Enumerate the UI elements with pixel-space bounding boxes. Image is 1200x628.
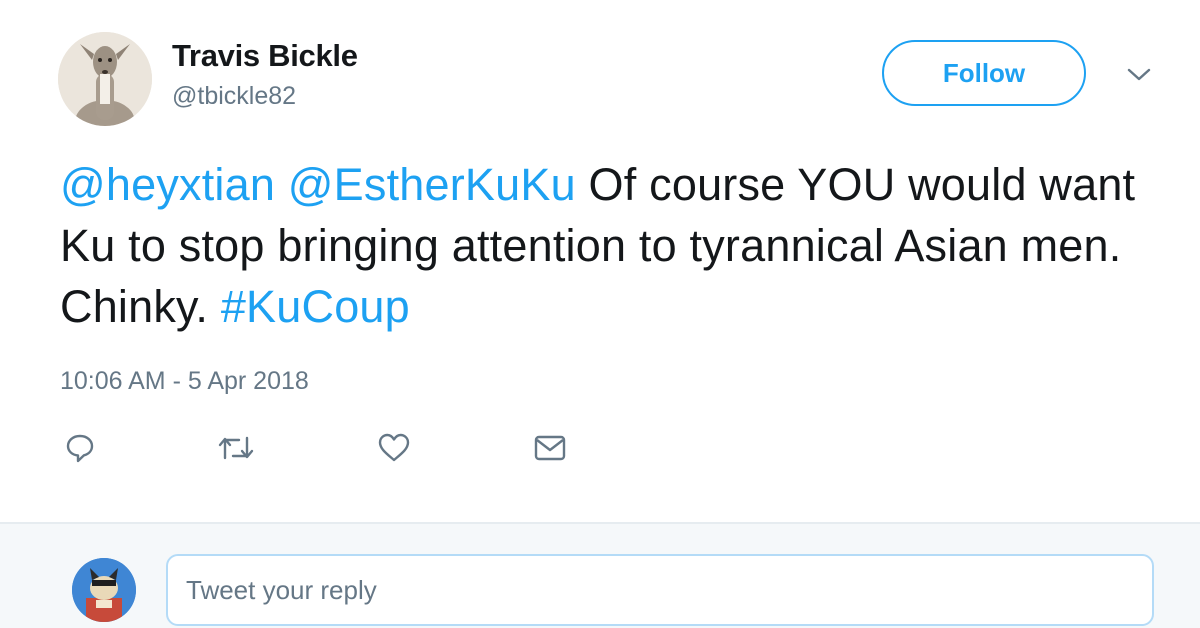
mention-link[interactable]: @EstherKuKu: [288, 159, 576, 210]
retweet-icon[interactable]: [216, 428, 256, 468]
tweet-text: @heyxtian @EstherKuKu Of course YOU woul…: [60, 154, 1160, 337]
reply-input[interactable]: Tweet your reply: [166, 554, 1154, 626]
tweet-card: Travis Bickle @tbickle82 Follow @heyxtia…: [0, 0, 1200, 522]
direct-message-icon[interactable]: [530, 428, 570, 468]
cat-avatar-image: [72, 558, 136, 622]
hashtag-link[interactable]: #KuCoup: [221, 281, 410, 332]
reply-composer: Tweet your reply: [0, 524, 1200, 628]
dog-avatar-image: [58, 32, 152, 126]
user-avatar[interactable]: [58, 32, 152, 126]
tweet-text-segment: [275, 159, 288, 210]
chevron-down-icon[interactable]: [1124, 62, 1154, 88]
like-icon[interactable]: [374, 428, 414, 468]
user-display-name[interactable]: Travis Bickle: [172, 38, 358, 74]
follow-button[interactable]: Follow: [882, 40, 1086, 106]
user-handle[interactable]: @tbickle82: [172, 82, 296, 111]
tweet-timestamp[interactable]: 10:06 AM - 5 Apr 2018: [60, 367, 309, 396]
reply-placeholder: Tweet your reply: [186, 574, 377, 605]
current-user-avatar[interactable]: [72, 558, 136, 622]
mention-link[interactable]: @heyxtian: [60, 159, 275, 210]
reply-icon[interactable]: [60, 428, 100, 468]
